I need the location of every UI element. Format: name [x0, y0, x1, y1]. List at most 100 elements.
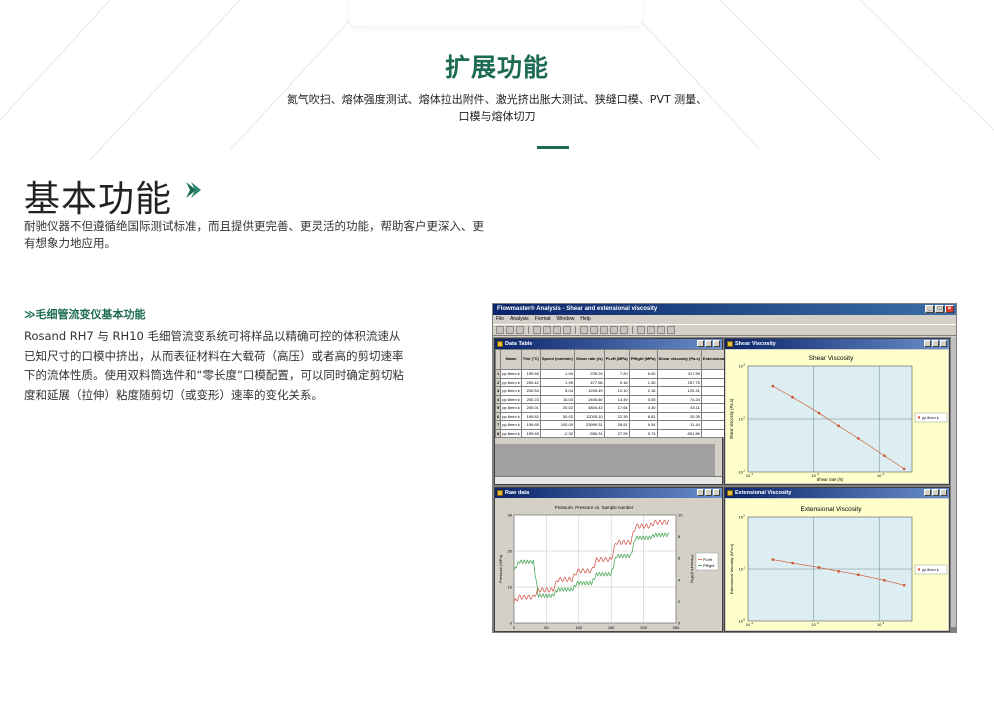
raw-x-tick-label: 50 [544, 625, 549, 630]
ext-legend-marker [917, 568, 921, 571]
ext-x-tick-exponent: 4 [883, 621, 885, 625]
table-cell: 6.81 [628, 411, 658, 421]
table-cell: 10.03 [539, 394, 575, 404]
menu-format[interactable]: Format [535, 315, 551, 324]
pane-minimize-button[interactable] [924, 340, 931, 347]
toolbar-separator [575, 326, 576, 334]
extensional-viscosity-chart: Extensional Viscosity 10 2 10 3 10 410 010 110 2… [729, 506, 948, 627]
table-cell: 14.49 [603, 394, 630, 404]
new-icon[interactable] [496, 326, 504, 334]
table-cell: 257.75 [656, 377, 702, 387]
pane-minimize-button[interactable] [924, 489, 931, 496]
table-cell: 3.05 [628, 394, 658, 404]
pane-close-button[interactable] [713, 340, 720, 347]
toolbar-separator [528, 326, 529, 334]
table-cell: 1.00 [539, 369, 575, 379]
double-chevron-icon: ≫ [24, 308, 36, 321]
data-table-pane: Data Table Name Tfor (°C) Speed (mm/min) Sh… [494, 338, 783, 485]
pane-maximize-button[interactable] [705, 340, 712, 347]
table-cell: pp 8mm k [500, 386, 522, 396]
grid-icon[interactable] [610, 326, 618, 334]
raw-y2-tick-label: 6 [678, 556, 681, 561]
pane-close-button[interactable] [713, 489, 720, 496]
export-icon[interactable] [657, 326, 665, 334]
table-cell: 199.65 [520, 428, 541, 438]
menu-window[interactable]: Window [557, 315, 575, 324]
pane-minimize-button[interactable] [697, 340, 704, 347]
analysis-icon[interactable] [580, 326, 588, 334]
analysis-app-window: Flowmaster® Analysis - Shear and extensi… [492, 303, 957, 633]
app-titlebar: Flowmaster® Analysis - Shear and extensi… [493, 304, 956, 315]
raw-x-tick-label: 150 [608, 625, 615, 630]
table-cell: 200.23 [520, 394, 541, 404]
table-cell: pp 8mm k [500, 428, 522, 438]
raw-pane-title: Raw data [505, 490, 530, 496]
maximize-button[interactable]: □ [935, 305, 944, 313]
table-cell: 129.41 [656, 386, 702, 396]
menu-file[interactable]: File [496, 315, 504, 324]
extensional-viscosity-titlebar: Extensional Viscosity [725, 488, 949, 498]
table-header[interactable]: PLeft (MPa) [603, 349, 630, 370]
table-cell: 9.34 [628, 420, 658, 430]
print-icon[interactable] [637, 326, 645, 334]
table-icon[interactable] [590, 326, 598, 334]
ext-data-point [817, 566, 821, 569]
ext-data-point [902, 583, 906, 587]
preview-icon[interactable] [647, 326, 655, 334]
help-icon[interactable] [667, 326, 675, 334]
table-cell: 11.44 [656, 420, 702, 430]
raw-legend-pright: PRight [703, 564, 715, 568]
table-cell: 50.02 [539, 411, 575, 421]
layout-icon[interactable] [620, 326, 628, 334]
pane-close-button[interactable] [940, 489, 947, 496]
menu-analysis[interactable]: Analysis [510, 315, 529, 324]
menu-help[interactable]: Help [580, 315, 590, 324]
chart-icon [727, 341, 733, 347]
toolbar [493, 324, 956, 336]
table-header[interactable]: Tfor (°C) [520, 349, 541, 370]
table-cell: 12005.10 [573, 411, 605, 421]
ext-x-tick-label: 10 [877, 622, 882, 627]
top-card [350, 0, 642, 26]
save-icon[interactable] [516, 326, 524, 334]
undo-icon[interactable] [563, 326, 571, 334]
table-header[interactable]: PRight (MPa) [628, 349, 658, 370]
chart-icon[interactable] [600, 326, 608, 334]
shear-x-tick-label: 10 [746, 473, 751, 478]
pane-close-button[interactable] [940, 340, 947, 347]
paste-icon[interactable] [553, 326, 561, 334]
copy-icon[interactable] [543, 326, 551, 334]
pane-maximize-button[interactable] [705, 489, 712, 496]
pane-maximize-button[interactable] [932, 489, 939, 496]
raw-right-axis-label: Pressure (MPa) [690, 555, 695, 584]
table-cell: 200.42 [520, 377, 541, 387]
close-button[interactable]: × [945, 305, 954, 313]
shear-viscosity-chart: Shear Viscosity 10 2 10 3 10 410 110 210 3 Shear… [729, 355, 948, 482]
shear-x-tick-exponent: 2 [752, 472, 754, 476]
raw-y-tick-label: 30 [508, 513, 513, 518]
table-header[interactable]: Name [500, 349, 522, 370]
table-cell: 199.55 [520, 369, 541, 379]
pane-maximize-button[interactable] [932, 340, 939, 347]
pane-minimize-button[interactable] [697, 489, 704, 496]
vertical-scrollbar[interactable] [951, 337, 956, 627]
extended-description: 氮气吹扫、熔体强度测试、熔体拉出附件、激光挤出胀大测试、狭缝口模、PVT 测量、… [280, 91, 714, 125]
cut-icon[interactable] [533, 326, 541, 334]
ext-x-tick-label: 10 [811, 622, 816, 627]
table-header[interactable]: Shear rate (/s) [573, 349, 605, 370]
table-cell: 2.16 [628, 386, 658, 396]
raw-data-titlebar: Raw data [495, 488, 722, 498]
raw-x-tick-label: 200 [640, 625, 647, 630]
horizontal-scrollbar[interactable] [495, 476, 722, 484]
data-table-title: Data Table [505, 341, 533, 347]
shear-chart-title: Shear Viscosity [809, 355, 854, 362]
table-header[interactable]: Shear viscosity (Pa.s) [656, 349, 702, 370]
table-header[interactable]: Speed (mm/min) [539, 349, 575, 370]
open-icon[interactable] [506, 326, 514, 334]
ext-x-tick-exponent: 2 [752, 621, 754, 625]
shear-data-point [817, 411, 821, 415]
ext-data-point [883, 578, 886, 582]
ext-y-tick-exponent: 1 [743, 565, 745, 569]
minimize-button[interactable]: _ [925, 305, 934, 313]
ext-chart-area: Extensional Viscosity 10 2 10 3 10 4 10 0 10 1 10 2… [726, 499, 948, 630]
